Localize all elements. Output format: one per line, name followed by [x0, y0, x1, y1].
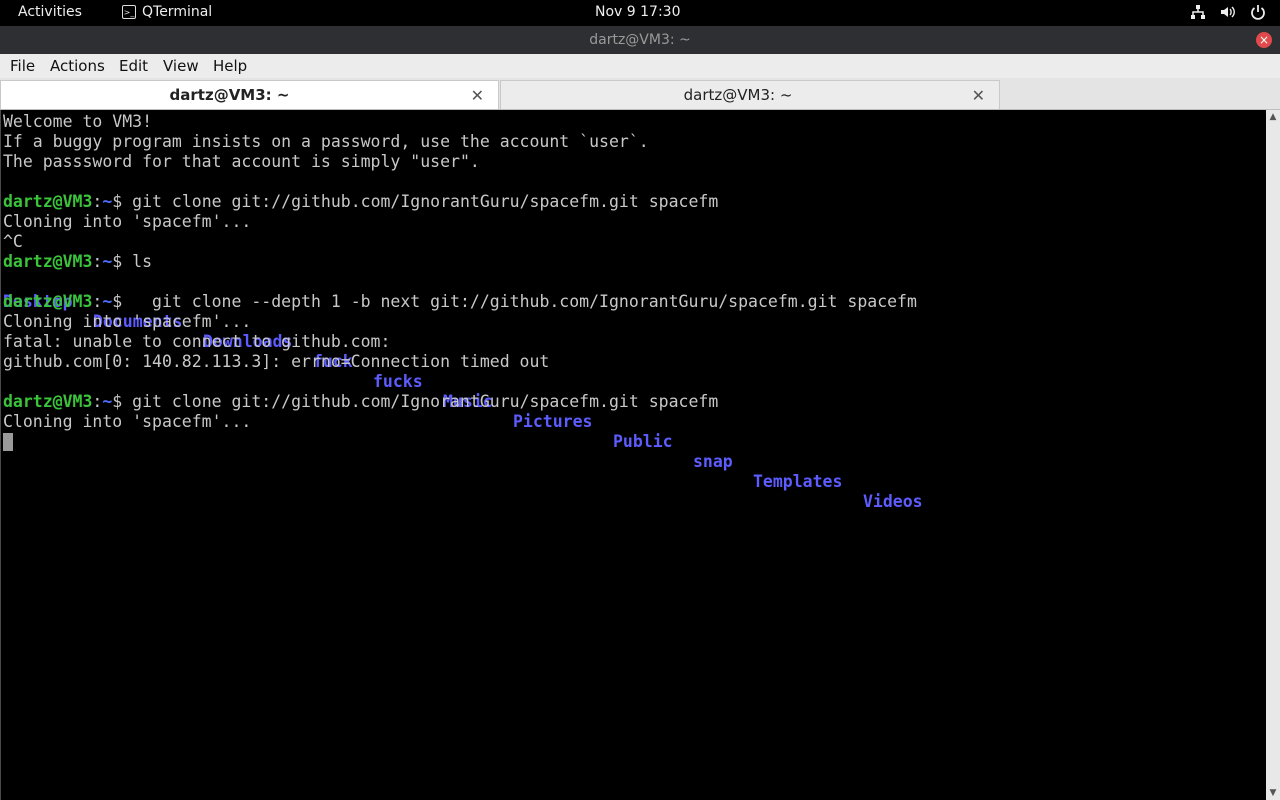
prompt-end: $ [112, 292, 123, 311]
top-bar: Activities >_ QTerminal Nov 9 17:30 [0, 0, 1280, 26]
terminal-line: The passsword for that account is simply… [3, 152, 480, 171]
prompt-path: ~ [102, 192, 113, 211]
terminal-cursor [3, 433, 13, 451]
tab-bar: dartz@VM3: ~ ✕ dartz@VM3: ~ ✕ [0, 78, 1280, 110]
command-text: git clone git://github.com/IgnorantGuru/… [122, 392, 719, 411]
terminal-command-line: dartz@VM3:~$ ls [3, 252, 152, 272]
terminal-line: Cloning into 'spacefm'... [3, 212, 252, 231]
prompt-sep: : [92, 252, 103, 271]
terminal-line: Welcome to VM3! [3, 112, 153, 131]
prompt-path: ~ [102, 292, 113, 311]
command-text: git clone git://github.com/IgnorantGuru/… [122, 192, 719, 211]
tab-close-icon[interactable]: ✕ [471, 86, 484, 105]
prompt-end: $ [112, 392, 123, 411]
scroll-down-icon[interactable]: ▼ [1266, 786, 1280, 800]
terminal-line: If a buggy program insists on a password… [3, 132, 649, 151]
command-text: ls [122, 252, 153, 271]
scroll-up-icon[interactable]: ▲ [1266, 110, 1280, 124]
tab-terminal-1[interactable]: dartz@VM3: ~ ✕ [0, 80, 499, 109]
menu-actions[interactable]: Actions [50, 57, 105, 75]
power-icon[interactable] [1250, 4, 1266, 20]
window-title-bar[interactable]: dartz@VM3: ~ × [0, 26, 1280, 54]
menu-help[interactable]: Help [213, 57, 247, 75]
tab-label: dartz@VM3: ~ [683, 86, 793, 104]
ls-entry: snap [693, 452, 733, 471]
menu-file[interactable]: File [10, 57, 35, 75]
prompt-user: dartz@VM3 [3, 292, 93, 311]
ls-entry: Public [613, 432, 673, 451]
close-icon[interactable]: × [1256, 32, 1272, 48]
menu-bar: File Actions Edit View Help [0, 54, 1280, 78]
prompt-user: dartz@VM3 [3, 392, 93, 411]
menu-view[interactable]: View [163, 57, 199, 75]
system-tray[interactable] [1190, 4, 1266, 20]
ls-entry: Templates [753, 472, 843, 491]
app-name: QTerminal [142, 4, 213, 20]
ls-entry: fucks [373, 372, 423, 391]
terminal-line: ^C [3, 232, 23, 251]
terminal-icon: >_ [122, 5, 136, 19]
ls-entry: Pictures [513, 412, 593, 431]
app-menu[interactable]: >_ QTerminal [122, 4, 212, 20]
terminal-command-line: dartz@VM3:~$ git clone --depth 1 -b next… [3, 292, 917, 312]
terminal-output[interactable]: Welcome to VM3! If a buggy program insis… [0, 110, 1266, 800]
network-icon[interactable] [1190, 4, 1206, 20]
tab-close-icon[interactable]: ✕ [972, 86, 985, 105]
terminal-scrollbar[interactable]: ▲ ▼ [1266, 110, 1280, 800]
terminal-line: github.com[0: 140.82.113.3]: errno=Conne… [3, 352, 550, 371]
prompt-sep: : [92, 292, 103, 311]
terminal-line: Cloning into 'spacefm'... [3, 312, 252, 331]
tab-label: dartz@VM3: ~ [169, 86, 290, 104]
prompt-user: dartz@VM3 [3, 192, 93, 211]
prompt-sep: : [92, 392, 103, 411]
terminal-line: fatal: unable to connect to github.com: [3, 332, 391, 351]
command-text: git clone --depth 1 -b next git://github… [122, 292, 917, 311]
ls-entry: Videos [863, 492, 923, 511]
terminal-command-line: dartz@VM3:~$ git clone git://github.com/… [3, 392, 718, 412]
activities-button[interactable]: Activities [18, 4, 82, 20]
terminal-command-line: dartz@VM3:~$ git clone git://github.com/… [3, 192, 718, 212]
window-title: dartz@VM3: ~ [589, 32, 691, 48]
terminal-line: Cloning into 'spacefm'... [3, 412, 252, 431]
volume-icon[interactable] [1220, 4, 1236, 20]
prompt-path: ~ [102, 392, 113, 411]
prompt-end: $ [112, 252, 123, 271]
menu-edit[interactable]: Edit [119, 57, 148, 75]
prompt-end: $ [112, 192, 123, 211]
prompt-sep: : [92, 192, 103, 211]
ls-output: Desktop Documents Downloads fuck fucks M… [3, 272, 1003, 511]
tab-terminal-2[interactable]: dartz@VM3: ~ ✕ [500, 80, 1000, 109]
prompt-user: dartz@VM3 [3, 252, 93, 271]
clock[interactable]: Nov 9 17:30 [595, 4, 680, 20]
prompt-path: ~ [102, 252, 113, 271]
